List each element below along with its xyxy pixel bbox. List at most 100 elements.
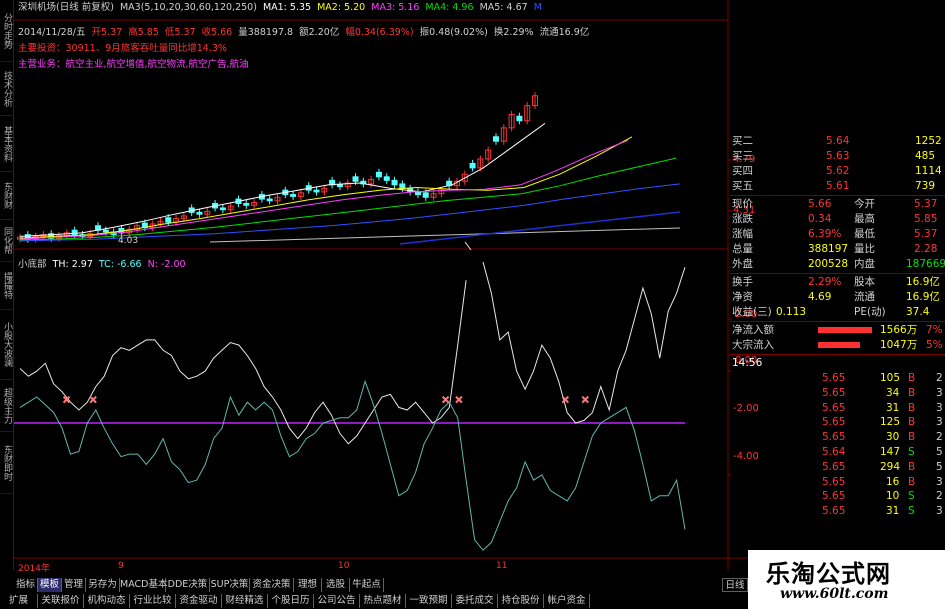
bid-row: 买二 5.64 1252 [730,134,945,149]
tick-price: 5.65 [822,372,846,384]
bid-volume: 1252 [915,135,942,147]
flow-value: 1566万 [880,324,918,336]
price-low-marker: 4.03 [118,236,139,246]
tick-volume: 30 [886,431,900,444]
tick-count: 3 [936,386,943,399]
indicator-line-TH [19,280,467,445]
tick-side: B [908,401,916,414]
indicator-tab-4[interactable]: MACD基本 [120,578,167,592]
buy-signal-marker [441,395,450,404]
stat-label: 净资 [732,291,753,303]
indicator-tab-8[interactable]: 理想 [294,578,322,592]
candle [219,207,226,211]
indicator-line-TC [19,379,686,551]
bid-label: 买四 [732,165,753,177]
indicator-tab-0[interactable]: 指标 [14,578,38,592]
buy-signal-marker [581,395,589,404]
tick-side: S [908,490,915,503]
candle [492,136,499,142]
flow-row: 净流入额 1566万 7% [730,323,945,338]
tick-row: 5.65 31 B 3 [730,401,945,416]
stat-value: 5.37 [914,198,938,210]
candle [516,115,523,122]
extension-tab-3[interactable]: 行业比较 [130,594,176,608]
extension-tab-10[interactable]: 委托成交 [452,594,498,608]
stat-value: 2.29% [808,276,842,288]
tick-row: 5.65 31 S 3 [730,504,945,519]
indicator-tab-5[interactable]: DDE决策 [166,578,210,592]
extension-tab-4[interactable]: 资金驱动 [176,594,222,608]
candle [313,189,320,193]
candle [469,162,476,169]
tick-price: 5.64 [822,446,846,458]
flow-value: 1047万 [880,339,918,351]
extension-tab-6[interactable]: 个股日历 [268,594,314,608]
quote-divider [730,195,945,196]
stat-value: 16.9亿 [906,291,940,303]
tick-side: S [908,505,915,518]
flow-pct: 5% [926,339,943,351]
tick-price: 5.65 [822,386,846,399]
stat-row: 换手 2.29% 股本 16.9亿 [730,275,945,290]
tick-count: 2 [936,490,943,503]
tick-price: 5.65 [822,416,846,429]
tick-side: B [908,460,916,473]
candle [290,194,297,197]
bid-label: 买三 [732,150,753,162]
tick-volume: 147 [880,446,901,458]
period-button[interactable]: 日线 [722,578,748,592]
watermark-url: www.60lt.com [780,586,889,602]
bid-row: 买五 5.61 739 [730,179,945,194]
extension-tab-8[interactable]: 热点题材 [360,594,406,608]
tick-count: 5 [936,446,943,458]
indicator-n: N: -2.00 [147,259,186,270]
indicator-name[interactable]: 小底部 [18,259,47,270]
extension-tab-1[interactable]: 关联报价 [38,594,84,608]
tick-row: 5.65 294 B 5 [730,460,945,475]
stat-label: 今开 [854,198,875,210]
extension-tab-7[interactable]: 公司公告 [314,594,360,608]
extension-tab-11[interactable]: 持仓股份 [498,594,544,608]
candle [165,217,172,223]
tick-volume: 16 [886,475,900,488]
extension-tab-12[interactable]: 帐户资金 [544,594,590,608]
tick-volume: 31 [886,401,900,414]
extension-tab-5[interactable]: 财经精选 [222,594,268,608]
extension-tab-2[interactable]: 机构动态 [84,594,130,608]
bid-volume: 485 [915,150,936,162]
bid-volume: 739 [915,180,936,192]
indicator-th: TH: 2.97 [52,259,93,270]
bid-label: 买二 [732,135,753,147]
indicator-tab-3[interactable]: 另存为 [86,578,120,592]
tick-count: 3 [936,505,943,518]
quote-divider [730,321,945,322]
extension-tab-9[interactable]: 一致预期 [406,594,452,608]
stat-row: 涨幅 6.39% 最低 5.37 [730,227,945,242]
bid-price: 5.61 [826,180,850,192]
tick-volume: 105 [880,372,901,384]
stat-value: 0.113 [776,306,807,318]
tick-volume: 294 [880,460,901,473]
bid-row: 买三 5.63 485 [730,149,945,164]
stat-label: 换手 [732,276,753,288]
stat-value: 37.4 [906,306,930,318]
candle [266,198,273,202]
tick-time: 14:56 [732,357,763,369]
indicator-tab-1[interactable]: 模板 [38,578,62,592]
indicator-tab-2[interactable]: 管理 [62,578,86,592]
indicator-tab-9[interactable]: 选股 [322,578,350,592]
stat-label: 收益(三) [732,306,772,318]
extension-tab-0[interactable]: 扩展 [0,594,38,608]
stat-row: 现价 5.66 今开 5.37 [730,197,945,212]
xtick-9: 9 [118,561,124,571]
stat-label: 涨跌 [732,213,753,225]
indicator-tab-7[interactable]: 资金决策 [250,578,294,592]
indicator-tab-6[interactable]: SUP决策 [210,578,250,592]
bid-volume: 1114 [915,165,942,177]
tick-price: 5.65 [822,401,846,414]
indicator-tab-10[interactable]: 牛起点 [350,578,384,592]
stat-value: 388197 [808,243,849,255]
stat-value: 2.28 [914,243,938,255]
quote-divider [730,273,945,274]
bid-price: 5.63 [826,150,850,162]
